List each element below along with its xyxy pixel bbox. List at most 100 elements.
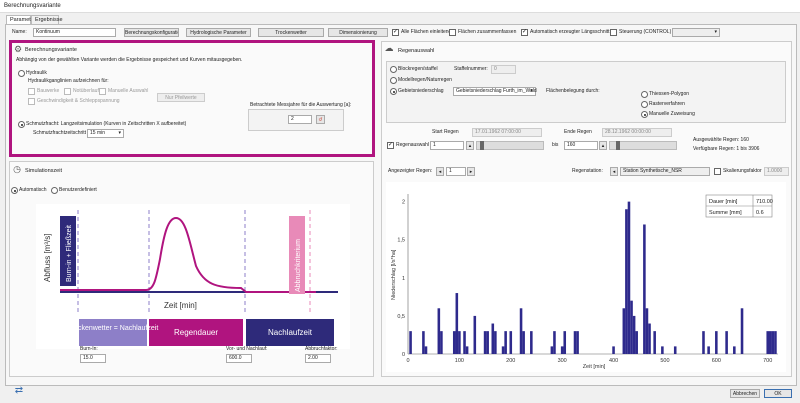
thiessen-radio[interactable]	[641, 91, 648, 98]
abbrechen-button[interactable]: Abbrechen	[730, 389, 760, 398]
von-spin-icon[interactable]: ▴	[466, 141, 474, 150]
angezeigter-regen-input[interactable]: 1	[446, 167, 466, 176]
burn-in-label: Burn-in + Fließzeit	[66, 225, 73, 282]
rain-bar	[715, 331, 718, 354]
gebietsniederschlag-label: Gebietsniederschlag	[398, 88, 444, 94]
manuelle-auswahl-label: Manuelle Auswahl	[108, 88, 149, 94]
angezeigter-prev-icon[interactable]: ◂	[436, 167, 444, 176]
bauwerke-label: Bauwerke	[37, 88, 60, 94]
schmutzfracht-label: Schmutzfracht: Langzeitsimulation (Kurve…	[26, 121, 187, 127]
rain-chart: Niederschlag [l/s*ha] Zeit [min] 0 100 200…	[386, 182, 786, 372]
von-slider[interactable]	[476, 141, 544, 150]
steuerung-select[interactable]	[672, 28, 720, 37]
rain-bar	[673, 346, 677, 354]
rain-bar	[632, 315, 636, 354]
geschwindigkeit-checkbox[interactable]	[28, 98, 35, 105]
bis-label: bis	[552, 142, 559, 148]
manuelle-zuweisung-radio[interactable]	[641, 111, 648, 118]
automatisch-label: Automatisch	[19, 187, 47, 193]
title-bar: Berechnungsvariante	[0, 0, 800, 13]
abbruchfaktor-input[interactable]: 2.00	[305, 354, 331, 363]
ende-regen-input[interactable]: 28.12.1962 00:00:00	[602, 128, 672, 137]
zeitschritt-select[interactable]: 15 min	[87, 129, 124, 138]
burn-in-label-field: Burn-In:	[80, 346, 98, 352]
bis-slider[interactable]	[609, 141, 677, 150]
rain-bar	[625, 209, 628, 354]
rain-ytick-label: 1	[402, 276, 405, 282]
alle-flaechen-label: Alle Flächen einleitend	[401, 29, 452, 35]
hydraulik-radio[interactable]	[18, 70, 25, 77]
skalierung-checkbox[interactable]	[714, 168, 721, 175]
rain-bar	[702, 331, 705, 354]
modellregen-radio[interactable]	[390, 77, 397, 84]
raster-radio[interactable]	[641, 101, 648, 108]
schmutzfracht-radio[interactable]	[18, 121, 25, 128]
station-prev-icon[interactable]: ◂	[610, 167, 618, 176]
rain-bar	[725, 331, 728, 354]
vor-nachlauf-input[interactable]: 600.0	[226, 354, 252, 363]
hydrologische-parameter-button[interactable]: Hydrologische Parameter	[186, 28, 251, 37]
rain-bar	[463, 331, 466, 354]
bis-slider-thumb[interactable]	[616, 141, 620, 150]
name-input[interactable]: Kontinuum	[33, 28, 116, 37]
skalierung-label: Skalierungsfaktor	[723, 168, 762, 174]
laengsschnitt-checkbox[interactable]: ✓	[521, 29, 528, 36]
gebietsniederschlag-radio[interactable]	[390, 88, 397, 95]
notueberlauf-checkbox[interactable]	[64, 88, 71, 95]
start-regen-input[interactable]: 17.01.1962 07:00:00	[472, 128, 542, 137]
stats-dauer-label: Dauer [min]	[709, 199, 738, 205]
ok-button[interactable]: OK	[764, 389, 792, 398]
clock-icon: ◷	[13, 164, 21, 174]
manuelle-zuweisung-label: Manuelle Zuweisung	[649, 111, 695, 117]
stats-dauer-value: 710.00	[756, 199, 773, 205]
berechnungskonfiguration-button[interactable]: Berechnungskonfiguration	[124, 28, 179, 37]
bauwerke-checkbox[interactable]	[28, 88, 35, 95]
flaechen-zusammenfassen-checkbox[interactable]	[449, 29, 456, 36]
dimensionierung-button[interactable]: Dimensionierung	[328, 28, 388, 37]
burn-in-input[interactable]: 15.0	[80, 354, 106, 363]
rain-bar	[491, 323, 495, 354]
rain-bar	[771, 331, 775, 354]
trockenwetter-box-label: Trockenwetter = Nachlaufzeit	[68, 325, 159, 332]
nur-pfeilwerte-button[interactable]: Nur Pfeilwerte	[157, 93, 205, 102]
alle-flaechen-checkbox[interactable]: ✓	[392, 29, 399, 36]
von-slider-thumb[interactable]	[480, 141, 484, 150]
benutzerdefiniert-radio[interactable]	[51, 187, 58, 194]
regenstation-input[interactable]: Station Synthetische_NSR	[620, 167, 710, 176]
rain-xtick-label: 200	[506, 358, 515, 364]
blockregen-radio[interactable]	[390, 66, 397, 73]
rain-xlabel: Zeit [min]	[583, 364, 606, 370]
angezeigter-next-icon[interactable]: ▸	[467, 167, 475, 176]
flaechenbelegung-label: Flächenbelegung durch:	[546, 88, 600, 94]
rain-bar	[504, 331, 507, 354]
trockenwetter-button[interactable]: Trockenwetter	[258, 28, 324, 37]
nachlaufzeit-box-label: Nachlaufzeit	[268, 328, 313, 337]
auswertung-input[interactable]: 2	[288, 115, 312, 124]
rain-bar	[422, 331, 425, 354]
abbruchfaktor-label: Abbruchfaktor:	[305, 346, 338, 352]
abbruch-label: Abbruchkriterium	[295, 239, 302, 292]
gebietsniederschlag-select[interactable]: Gebietsniederschlag Furth_im_Wald	[453, 87, 537, 96]
regen-von-input[interactable]: 1	[430, 141, 464, 150]
staffelnummer-input[interactable]: 0	[491, 65, 516, 74]
rain-bar	[645, 308, 649, 354]
rain-ytick-label: 2	[402, 200, 405, 206]
manuelle-auswahl-checkbox[interactable]	[99, 88, 106, 95]
bis-spin-icon[interactable]: ▴	[599, 141, 607, 150]
rain-bar	[740, 308, 744, 354]
rain-bar	[424, 346, 428, 354]
rain-bar	[648, 323, 651, 354]
reset-icon[interactable]: ↺	[316, 115, 325, 124]
regenauswahl-checkbox[interactable]: ✓	[387, 142, 394, 149]
geschwindigkeit-label: Geschwindigkeit & Schleppspannung	[37, 98, 120, 104]
regen-bis-input[interactable]: 160	[564, 141, 598, 150]
steuerung-checkbox[interactable]	[610, 29, 617, 36]
rain-bar	[576, 331, 579, 354]
rain-bar	[473, 315, 477, 354]
refresh-icon[interactable]: ⇄	[12, 386, 26, 398]
automatisch-radio[interactable]	[11, 187, 18, 194]
settings-icon: ⚙	[13, 44, 23, 54]
rain-xtick-label: 400	[609, 358, 618, 364]
diagram-ylabel: Abfluss [m³/s]	[43, 234, 52, 282]
skalierung-input[interactable]: 1.0000	[764, 167, 789, 176]
